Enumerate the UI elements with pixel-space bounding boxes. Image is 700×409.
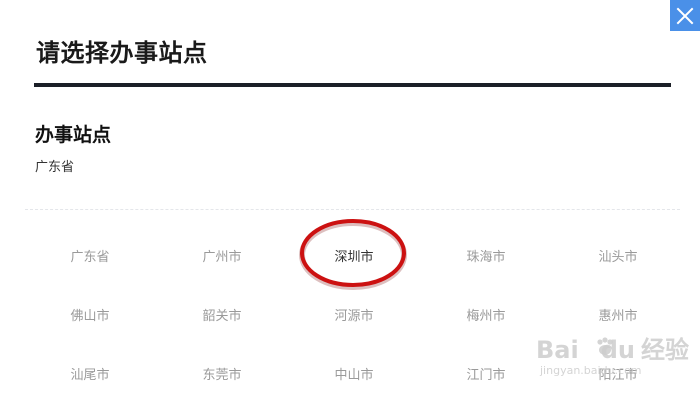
section-title: 办事站点 — [35, 124, 112, 146]
title-underline — [34, 83, 671, 87]
close-icon — [676, 7, 694, 24]
close-button[interactable] — [670, 0, 700, 31]
location-item[interactable]: 广州市 — [156, 232, 288, 291]
location-item[interactable]: 汕尾市 — [24, 350, 156, 409]
location-item[interactable]: 韶关市 — [156, 291, 288, 350]
location-grid: 广东省 广州市 深圳市 珠海市 汕头市佛山市 韶关市 河源市 梅州市 惠州市汕尾市 东莞市 中山市江… — [24, 232, 684, 409]
location-item[interactable]: 河源市 — [288, 291, 420, 350]
location-item[interactable]: 佛山市 — [24, 291, 156, 350]
location-item[interactable]: 中山市 — [288, 350, 420, 409]
dashed-divider — [25, 209, 680, 210]
selected-path: 广东省 — [35, 160, 75, 175]
location-item[interactable]: 东莞市 — [156, 350, 288, 409]
location-item[interactable]: 江门市 — [420, 350, 552, 409]
location-item[interactable]: 广东省 — [24, 232, 156, 291]
location-item[interactable]: 惠州市 — [552, 291, 684, 350]
select-site-dialog: 请选择办事站点 办事站点 广东省 广东省 广州市 深圳市 珠海市 汕头市 佛山市 韶关市 河源… — [0, 0, 700, 400]
location-item[interactable]: 阳江市 — [552, 350, 684, 409]
location-item[interactable]: 珠海市 — [420, 232, 552, 291]
location-item[interactable]: 深圳市 — [288, 232, 420, 291]
location-item[interactable]: 梅州市 — [420, 291, 552, 350]
dialog-title: 请选择办事站点 — [36, 39, 208, 67]
location-item[interactable]: 汕头市 — [552, 232, 684, 291]
